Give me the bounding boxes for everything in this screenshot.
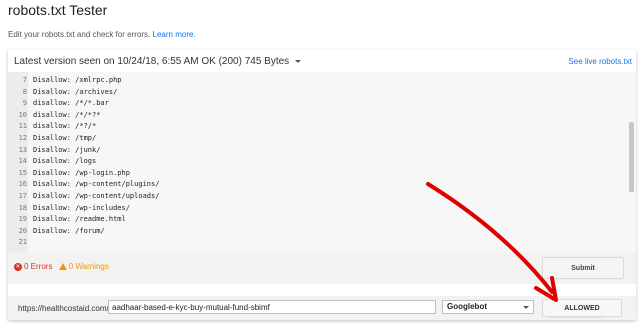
line-number: 17 [18, 192, 27, 200]
code-line: 19 Disallow: /readme.html [8, 214, 126, 225]
line-number: 11 [18, 122, 27, 131]
code-line: 17 Disallow: /wp-content/uploads/ [8, 191, 160, 202]
line-text: Disallow: /junk/ [33, 145, 101, 154]
issue-summary: ✕ 0 Errors 0 Warnings [14, 262, 109, 271]
code-line: 13 Disallow: /junk/ [8, 145, 101, 156]
subtitle-text: Edit your robots.txt and check for error… [8, 30, 151, 39]
line-number: 12 [18, 134, 27, 142]
line-text: Disallow: /wp-login.php [33, 168, 130, 177]
user-agent-value: Googlebot [447, 302, 487, 311]
line-number: 10 [18, 110, 27, 119]
code-line: 7 Disallow: /xmlrpc.php [8, 75, 122, 86]
test-url-input[interactable] [108, 300, 436, 314]
robots-editor[interactable]: 7 Disallow: /xmlrpc.php 8 Disallow: /archiv… [8, 72, 636, 252]
code-line: 10 disallow: /*/*?* [8, 110, 101, 121]
line-text: disallow: /*/*.bar [33, 99, 109, 108]
editor-scrollbar[interactable] [629, 122, 634, 192]
errors-count: 0 Errors [24, 262, 53, 271]
line-text: Disallow: /xmlrpc.php [33, 76, 122, 84]
code-line: 12 Disallow: /tmp/ [8, 133, 97, 144]
code-line: 16 Disallow: /wp-content/plugins/ [8, 179, 160, 190]
line-text: disallow: /*?/* [33, 122, 97, 131]
line-text: Disallow: /wp-includes/ [33, 203, 130, 212]
url-prefix: https://healthcostaid.com/ [18, 304, 109, 313]
line-text: disallow: /*/*?* [33, 110, 101, 119]
code-line: 9 disallow: /*/*.bar [8, 98, 109, 109]
learn-more-link[interactable]: Learn more. [153, 30, 196, 39]
warning-icon [58, 263, 67, 271]
code-line: 21 [8, 237, 33, 248]
line-text: Disallow: /logs [33, 157, 97, 166]
line-text: Disallow: /wp-content/plugins/ [33, 180, 160, 189]
code-line: 8 Disallow: /archives/ [8, 87, 118, 98]
line-number: 21 [18, 238, 27, 247]
see-live-robots-link[interactable]: See live robots.txt [568, 57, 632, 66]
line-text: Disallow: /wp-content/uploads/ [33, 192, 160, 200]
status-row: ✕ 0 Errors 0 Warnings Submit [8, 252, 636, 284]
line-number: 15 [18, 168, 27, 177]
line-text: Disallow: /tmp/ [33, 134, 97, 142]
warnings-group: 0 Warnings [58, 262, 109, 271]
line-number: 19 [18, 215, 27, 224]
line-number: 14 [18, 157, 27, 166]
line-text: Disallow: /readme.html [33, 215, 126, 224]
tester-panel: Latest version seen on 10/24/18, 6:55 AM… [8, 50, 636, 320]
line-number: 16 [18, 180, 27, 189]
line-number: 9 [22, 99, 27, 108]
page-subtitle: Edit your robots.txt and check for error… [8, 30, 196, 39]
user-agent-select[interactable]: Googlebot [442, 300, 534, 314]
code-line: 15 Disallow: /wp-login.php [8, 168, 130, 179]
error-icon: ✕ [14, 262, 22, 271]
line-number: 13 [18, 145, 27, 154]
line-number: 18 [18, 203, 27, 212]
test-result-allowed[interactable]: ALLOWED [542, 299, 622, 317]
code-line: 14 Disallow: /logs [8, 156, 97, 167]
warnings-count: 0 Warnings [68, 262, 109, 271]
code-line: 20 Disallow: /forum/ [8, 226, 105, 237]
caret-down-icon [294, 59, 301, 63]
line-text: Disallow: /archives/ [33, 87, 118, 96]
line-number: 8 [22, 87, 27, 96]
version-label: Latest version seen on 10/24/18, 6:55 AM… [14, 56, 290, 67]
line-number: 7 [22, 76, 27, 84]
version-selector[interactable]: Latest version seen on 10/24/18, 6:55 AM… [14, 56, 301, 67]
line-number: 20 [18, 226, 27, 235]
submit-button[interactable]: Submit [542, 257, 624, 279]
code-line: 11 disallow: /*?/* [8, 121, 97, 132]
code-line: 18 Disallow: /wp-includes/ [8, 203, 130, 214]
page-title: robots.txt Tester [8, 2, 108, 18]
line-text: Disallow: /forum/ [33, 226, 105, 235]
chevron-down-icon [523, 306, 529, 309]
